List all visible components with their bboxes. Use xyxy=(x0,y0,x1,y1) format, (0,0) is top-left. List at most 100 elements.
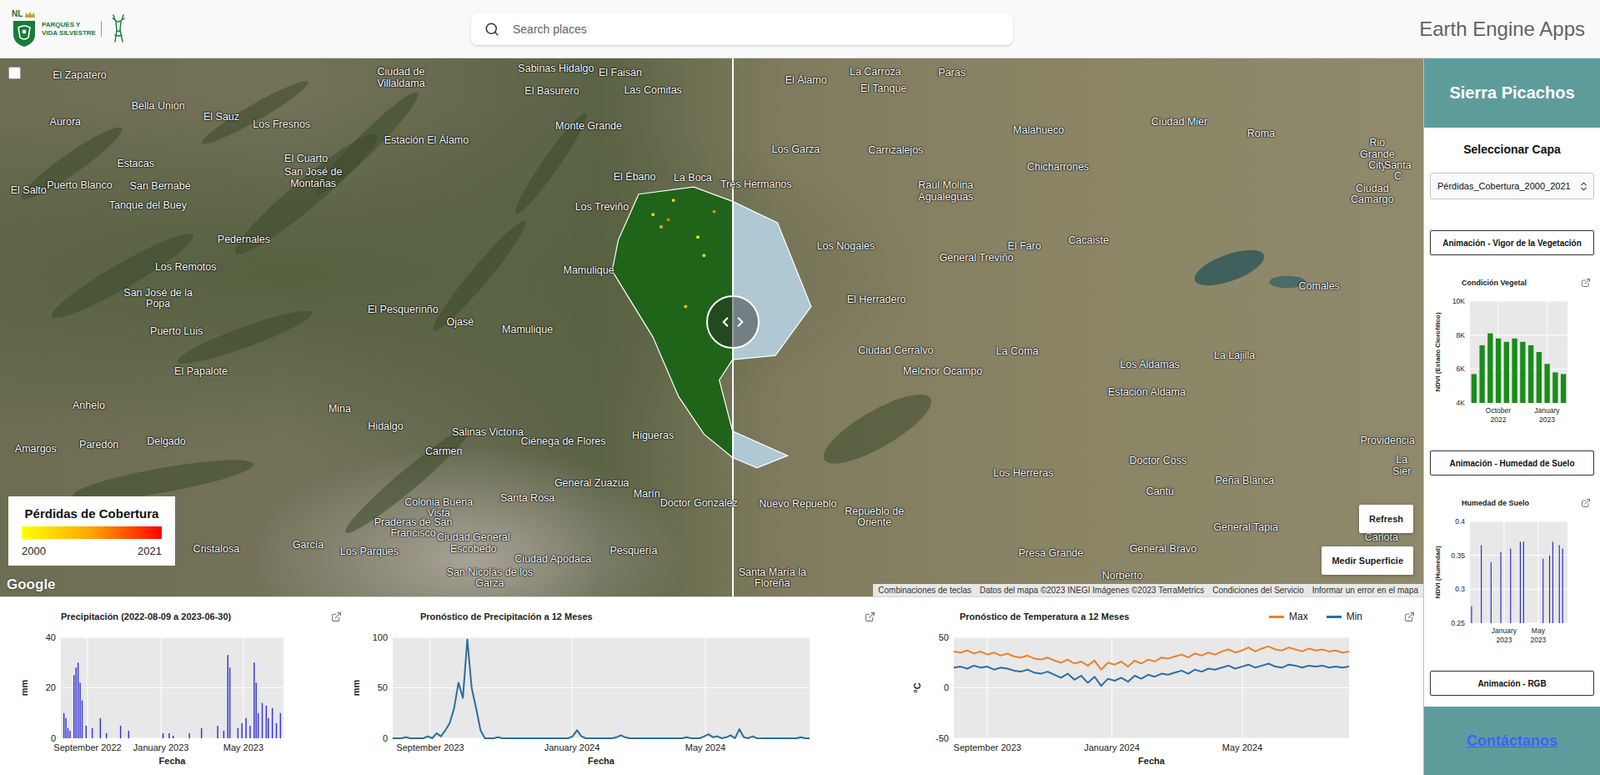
x-tick-label: September 2023 xyxy=(396,742,464,753)
legend-swatch xyxy=(1268,615,1285,618)
map[interactable]: El ZapateroBella UniónEl SauzAuroraLos F… xyxy=(0,58,1424,597)
chart-plot: -50050September 2023January 2024May 2024… xyxy=(883,625,1424,773)
place-label: Puerto Blanco xyxy=(46,180,113,192)
chart-bar xyxy=(91,727,93,738)
attribution-link[interactable]: Condiciones del Servicio xyxy=(1212,584,1305,596)
bar-series xyxy=(63,654,281,738)
layer-select[interactable]: Pérdidas_Cobertura_2000_2021 xyxy=(1429,172,1595,200)
place-label: Norberto xyxy=(1102,570,1144,582)
rgb-layer xyxy=(732,186,812,468)
x-axis-title: Fecha xyxy=(1138,755,1166,766)
chart-bar xyxy=(241,722,243,738)
app-body: El ZapateroBella UniónEl SauzAuroraLos F… xyxy=(0,58,1600,775)
expand-button[interactable] xyxy=(864,611,876,622)
place-label: Colonia Buena Vista xyxy=(395,496,482,519)
chart-bar xyxy=(69,730,71,738)
chart-bar xyxy=(120,725,121,738)
attribution-link[interactable]: Informar un error en el mapa xyxy=(1312,584,1419,596)
chart-bar xyxy=(1536,351,1542,403)
x-tick-label: January 2024 xyxy=(544,742,601,753)
place-label: Anhelo xyxy=(72,401,106,413)
place-label: Salinas Victoria xyxy=(451,426,524,439)
animation-button[interactable]: Animación - Vigor de la Vegetación xyxy=(1429,230,1595,256)
place-label: Monte Grande xyxy=(555,120,622,133)
place-label: Carmen xyxy=(425,446,462,459)
place-label: General Treviño xyxy=(939,252,1014,265)
map-toggle[interactable] xyxy=(8,66,21,80)
expand-button[interactable] xyxy=(1580,277,1591,288)
terrain xyxy=(15,75,1306,541)
app-title[interactable]: Earth Engine Apps xyxy=(1419,17,1600,41)
contact-link[interactable]: Contáctanos xyxy=(1466,732,1558,750)
crown-icon xyxy=(24,10,36,19)
x-tick: May 2024 xyxy=(1222,636,1263,753)
place-label: La Coma xyxy=(996,346,1039,359)
chart-bar xyxy=(265,705,267,738)
place-label: Malahueco xyxy=(1013,125,1064,137)
y-tick: 100 xyxy=(372,631,810,643)
chart-bar xyxy=(1559,544,1560,623)
chart-bar xyxy=(227,654,229,738)
chart-bar xyxy=(100,717,101,738)
place-label: Santa Rosa xyxy=(500,492,555,505)
chart-header: Pronóstico de Precipitación a 12 Meses xyxy=(350,596,884,626)
animation-button[interactable]: Animación - Humedad de Suelo xyxy=(1429,450,1595,476)
plot-area xyxy=(1469,300,1568,403)
attribution-link[interactable]: Combinaciones de teclas xyxy=(877,584,972,596)
place-label: Providencia xyxy=(1360,435,1415,447)
place-label: General Tapia xyxy=(1213,521,1279,534)
legend-max: 2021 xyxy=(137,544,162,557)
expand-button[interactable] xyxy=(1404,611,1415,622)
map-button[interactable]: Medir Superficie xyxy=(1321,546,1414,575)
arrow-left-icon xyxy=(717,314,733,330)
search-input[interactable] xyxy=(511,21,1000,37)
animation-button[interactable]: Animación - RGB xyxy=(1429,670,1595,696)
logo[interactable]: NLPARQUES YVIDA SILVESTRE xyxy=(0,10,472,48)
chart-panel: Pronóstico de Temperatura a 12 MesesMaxM… xyxy=(883,596,1424,775)
y-tick-label: 0 xyxy=(943,682,949,693)
x-tick: May 2023 xyxy=(223,636,264,753)
map-button[interactable]: Refresh xyxy=(1359,504,1414,533)
compare-handle[interactable] xyxy=(706,295,760,349)
place-label: Ciudad Camargo xyxy=(1346,182,1398,206)
place-label: Los Treviño xyxy=(575,201,630,214)
chart-plot: 02040September 2022January 2023May 2023m… xyxy=(0,625,342,773)
chart-title: Precipitación (2022-08-09 a 2023-06-30) xyxy=(60,611,231,622)
chart-bar xyxy=(1495,338,1501,403)
chart-bar xyxy=(65,717,66,738)
coverage-loss-layer xyxy=(611,186,733,468)
attribution-link[interactable]: Datos del mapa ©2023 INEGI Imágenes ©202… xyxy=(979,584,1204,596)
deer-icon xyxy=(106,13,131,46)
expand-button[interactable] xyxy=(331,611,342,622)
place-label: Comales xyxy=(1299,280,1340,293)
x-tick: October2022 xyxy=(1485,300,1511,424)
place-label: Los Herreras xyxy=(993,467,1054,480)
chart-bar xyxy=(229,667,231,738)
layer-select-value: Pérdidas_Cobertura_2000_2021 xyxy=(1437,180,1571,191)
chart-bar xyxy=(188,732,190,738)
charts-row: Precipitación (2022-08-09 a 2023-06-30) 0… xyxy=(0,596,1424,775)
place-label: Roma xyxy=(1247,128,1275,141)
chart-bar xyxy=(1509,548,1511,623)
x-tick-label: May 2024 xyxy=(685,742,726,753)
sidebar: Sierra PicachosSeleccionar CapaPérdidas_… xyxy=(1423,58,1600,775)
plot-area xyxy=(1469,521,1568,623)
legend-ramp xyxy=(21,526,162,539)
chart-bar xyxy=(79,682,81,738)
x-tick-label: January 2024 xyxy=(1083,742,1140,753)
main-column: El ZapateroBella UniónEl SauzAuroraLos F… xyxy=(0,58,1424,775)
x-axis-title: Fecha xyxy=(159,755,187,766)
x-tick: September 2022 xyxy=(53,636,121,753)
logo-badge-text: NL xyxy=(11,10,23,19)
place-label: El Álamo xyxy=(785,75,828,87)
logo-line: PARQUES Y xyxy=(41,20,96,29)
place-label: Hidalgo xyxy=(367,421,403,433)
expand-button[interactable] xyxy=(1580,497,1591,508)
place-label: García xyxy=(292,539,325,552)
y-tick-label: 0.25 xyxy=(1450,618,1465,627)
y-tick-label: 20 xyxy=(45,682,56,693)
place-label: El Sauz xyxy=(203,111,240,124)
top-bar: NLPARQUES YVIDA SILVESTREEarth Engine Ap… xyxy=(0,0,1600,59)
y-tick-label: 6K xyxy=(1456,364,1466,373)
place-label: Ciudad Mier xyxy=(1151,116,1208,129)
